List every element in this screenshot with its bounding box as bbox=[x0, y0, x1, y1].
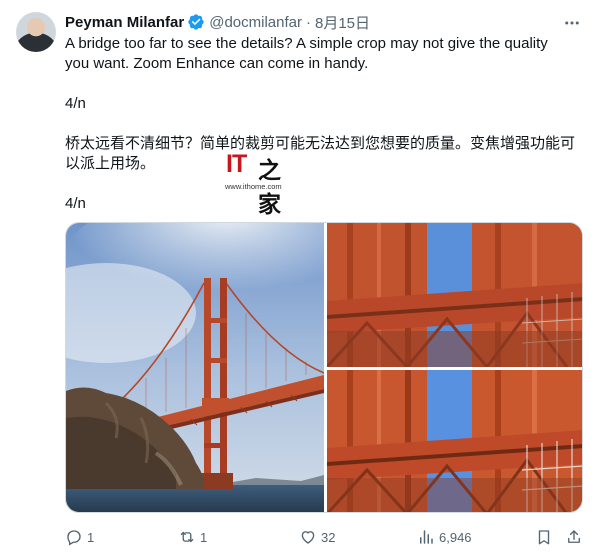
photo-crop-detail[interactable] bbox=[327, 223, 582, 367]
retweet-count: 1 bbox=[200, 529, 208, 545]
author-handle[interactable]: @docmilanfar bbox=[209, 14, 302, 31]
tweet-text: A bridge too far to see the details? A s… bbox=[65, 34, 585, 214]
heart-icon bbox=[301, 531, 315, 544]
tweet-card[interactable]: Peyman Milanfar @docmilanfar · 8月15日 A b… bbox=[0, 0, 598, 558]
retweet-button[interactable]: 1 bbox=[178, 526, 207, 548]
watermark-logo-latin: IT bbox=[226, 150, 247, 178]
like-button[interactable]: 32 bbox=[299, 526, 335, 548]
views-bar-chart-icon bbox=[420, 530, 433, 544]
avatar[interactable] bbox=[16, 12, 56, 52]
watermark-url: www.ithome.com bbox=[225, 182, 282, 191]
like-count: 32 bbox=[321, 529, 336, 545]
separator-dot: · bbox=[305, 13, 311, 31]
verified-badge-icon bbox=[187, 13, 205, 31]
media-grid[interactable] bbox=[65, 222, 583, 513]
tweet-header: Peyman Milanfar @docmilanfar · 8月15日 bbox=[65, 12, 370, 32]
bookmark-icon bbox=[538, 530, 550, 545]
reply-button[interactable]: 1 bbox=[65, 526, 94, 548]
photo-bridge-fog[interactable] bbox=[66, 223, 324, 512]
author-name[interactable]: Peyman Milanfar bbox=[65, 14, 184, 31]
views-count: 6,946 bbox=[439, 529, 472, 545]
ithome-watermark: IT 之家 www.ithome.com bbox=[222, 150, 297, 217]
share-button[interactable] bbox=[565, 526, 587, 548]
tweet-text-english: A bridge too far to see the details? A s… bbox=[65, 35, 548, 72]
photo-enhanced-detail[interactable] bbox=[327, 370, 582, 512]
more-dots-icon[interactable] bbox=[563, 14, 581, 32]
tweet-date[interactable]: 8月15日 bbox=[315, 12, 370, 33]
tweet-text-chinese: 桥太远看不清细节？简单的裁剪可能无法达到您想要的质量。变焦增强功能可以派上用场。 bbox=[65, 135, 576, 172]
action-bar: 1 1 32 6,946 bbox=[65, 526, 585, 548]
share-icon bbox=[568, 530, 580, 543]
thread-counter: 4/n bbox=[65, 195, 86, 212]
reply-bubble-icon bbox=[67, 530, 81, 546]
thread-counter: 4/n bbox=[65, 95, 86, 112]
bookmark-button[interactable] bbox=[535, 526, 557, 548]
reply-count: 1 bbox=[87, 529, 95, 545]
retweet-icon bbox=[180, 531, 194, 543]
views-button[interactable]: 6,946 bbox=[417, 526, 472, 548]
